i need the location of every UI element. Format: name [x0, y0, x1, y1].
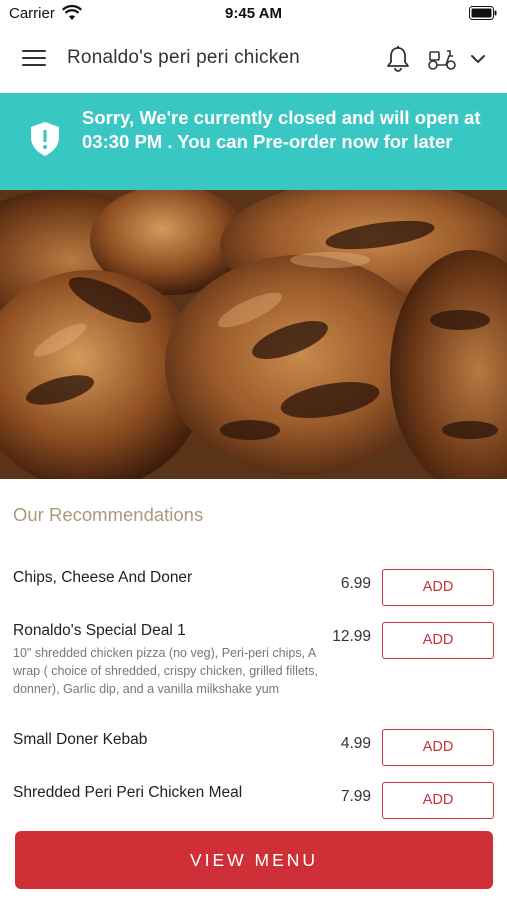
- item-name: Ronaldo's Special Deal 1: [13, 622, 186, 639]
- add-button[interactable]: ADD: [382, 622, 494, 659]
- closed-banner: Sorry, We're currently closed and will o…: [0, 93, 507, 190]
- menu-icon[interactable]: [22, 50, 46, 70]
- scooter-icon[interactable]: [426, 47, 458, 71]
- status-bar: Carrier 9:45 AM: [0, 0, 507, 28]
- restaurant-title: Ronaldo's peri peri chicken: [67, 47, 300, 68]
- battery-icon: [469, 6, 497, 20]
- item-name: Shredded Peri Peri Chicken Meal: [13, 784, 243, 801]
- add-button[interactable]: ADD: [382, 729, 494, 766]
- item-price: 12.99: [332, 628, 371, 645]
- item-name: Small Doner Kebab: [13, 731, 148, 748]
- item-price: 6.99: [340, 575, 371, 592]
- bell-icon[interactable]: [385, 45, 411, 73]
- app-header: Ronaldo's peri peri chicken: [0, 28, 507, 92]
- add-button[interactable]: ADD: [382, 569, 494, 606]
- view-menu-button[interactable]: VIEW MENU: [15, 831, 493, 889]
- grilled-chicken-image: [0, 190, 507, 479]
- item-description: 10" shredded chicken pizza (no veg), Per…: [13, 646, 318, 696]
- shield-alert-icon: [31, 122, 59, 156]
- item-price: 4.99: [340, 735, 371, 752]
- status-time: 9:45 AM: [225, 5, 282, 22]
- item-price: 7.99: [340, 788, 371, 805]
- chevron-down-icon[interactable]: [469, 50, 487, 68]
- closed-banner-text: Sorry, We're currently closed and will o…: [82, 107, 481, 152]
- hero-image: [0, 190, 507, 479]
- add-button[interactable]: ADD: [382, 782, 494, 819]
- recommendations-title: Our Recommendations: [13, 504, 204, 525]
- item-name: Chips, Cheese And Doner: [13, 569, 193, 586]
